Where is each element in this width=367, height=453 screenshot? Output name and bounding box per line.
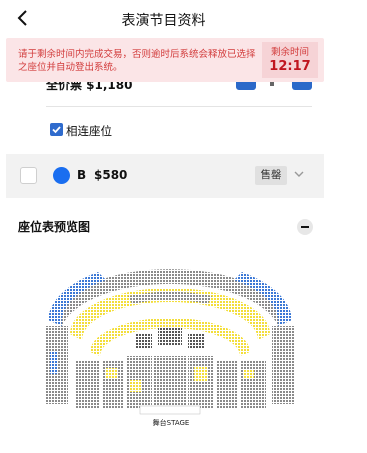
timer-value: 12:17 [269, 59, 311, 74]
floor-yellow-block [130, 380, 142, 392]
category-price: $580 [94, 168, 128, 182]
stage-label: 舞台STAGE [152, 419, 190, 427]
timer-label: 剩余时间 [270, 47, 309, 58]
header-bar: 表演节目资料 [0, 0, 367, 40]
price-category-checkbox[interactable] [20, 167, 37, 184]
page-title: 表演节目资料 [121, 13, 206, 29]
adjacent-seats-label: 相连座位 [66, 124, 112, 138]
left-side-blue-strip [50, 352, 58, 374]
checkmark-icon [52, 126, 61, 134]
floor-yellow-block [194, 366, 208, 382]
center-block [136, 334, 152, 348]
divider [46, 106, 312, 107]
category-code: B [77, 168, 87, 182]
adjacent-seats-checkbox[interactable] [50, 123, 63, 136]
right-side-block [272, 326, 294, 404]
stage-area [139, 405, 201, 415]
floor-block [216, 360, 238, 408]
floor-block [240, 360, 266, 408]
chevron-down-icon[interactable] [294, 170, 304, 178]
alert-message: 请于剩余时间内完成交易，否则逾时后系统会释放已选择之座位并自动登出系统。 [18, 49, 256, 73]
price-category-row[interactable]: B $580 售罄 [6, 154, 324, 198]
quantity-value [270, 82, 274, 86]
countdown-timer: 剩余时间 12:17 [262, 42, 318, 78]
center-block [158, 328, 182, 346]
quantity-plus-button[interactable] [292, 82, 312, 90]
floor-block [154, 356, 186, 408]
quantity-minus-button[interactable] [236, 82, 256, 90]
seat-plan-title: 座位表预览图 [18, 220, 91, 234]
timeout-alert: 请于剩余时间内完成交易，否则逾时后系统会释放已选择之座位并自动登出系统。 剩余时… [6, 38, 324, 82]
previous-ticket-row: 全价票 $1,180 [44, 82, 314, 94]
collapse-button[interactable] [297, 219, 313, 235]
seat-map[interactable] [40, 256, 300, 416]
previous-ticket-label: 全价票 $1,180 [46, 82, 133, 92]
floor-yellow-block [106, 368, 118, 378]
floor-block [102, 360, 124, 408]
floor-block [76, 360, 100, 408]
floor-yellow-block [244, 370, 254, 378]
category-color-dot [53, 167, 70, 184]
sold-out-badge: 售罄 [255, 166, 287, 185]
center-block [188, 334, 204, 348]
